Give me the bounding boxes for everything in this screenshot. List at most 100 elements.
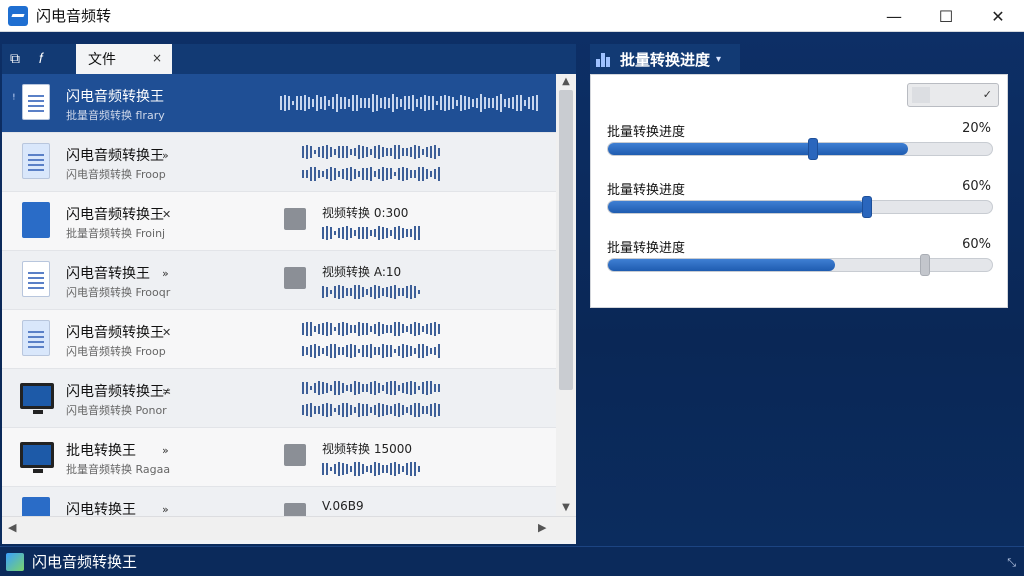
file-title: 闪电音频转换王 [66, 207, 164, 223]
list-item[interactable]: 闪电转换王 » V.06B9 [2, 487, 556, 516]
waveform-bar [334, 463, 336, 475]
waveform-bar [418, 386, 420, 390]
waveform-bar [386, 324, 388, 334]
expand-icon[interactable]: ≭ [162, 385, 171, 398]
progress-bar[interactable] [607, 138, 993, 160]
waveform-bar [308, 97, 310, 109]
slider-thumb[interactable] [862, 196, 872, 218]
waveform-bar [386, 405, 388, 415]
progress-panel-header[interactable]: 批量转换进度 ▾ [590, 44, 740, 74]
progress-fill [608, 259, 835, 271]
waveform-bar [394, 322, 396, 336]
waveform-bar [430, 170, 432, 178]
waveform-bar [358, 462, 360, 476]
waveform-bar [410, 285, 412, 299]
waveform-bar [392, 94, 394, 112]
list-item[interactable]: 闪电音频转换王 闪电音频转换 Ponor ≭ [2, 369, 556, 428]
scroll-down-icon[interactable]: ▼ [556, 500, 576, 516]
waveform-bar [368, 97, 370, 109]
waveform-bar [306, 169, 308, 179]
waveform-bar [366, 466, 368, 472]
progress-bar[interactable] [607, 196, 993, 218]
list-item[interactable]: 闪电音转换王 闪电音频转换 Frooqr » 视频转换 A:10 [2, 251, 556, 310]
waveform-bar [394, 461, 396, 477]
waveform-bar [350, 288, 352, 296]
tab-close-icon[interactable]: × [152, 51, 162, 65]
list-item[interactable]: 闪电音频转换王 闪电音频转换 Froop ✕ [2, 310, 556, 369]
waveform-bar [354, 325, 356, 333]
waveform-bar [300, 96, 302, 110]
progress-bar[interactable] [607, 254, 993, 276]
waveform-bar [476, 97, 478, 109]
waveform-bar [350, 227, 352, 239]
scrollbar-thumb[interactable] [559, 90, 573, 390]
waveform-bar [382, 167, 384, 181]
waveform-bar [382, 323, 384, 335]
waveform-bar [296, 95, 298, 111]
expand-icon[interactable]: ✕ [162, 326, 171, 339]
waveform-bar [408, 96, 410, 110]
waveform-bar [422, 406, 424, 414]
waveform-bar [386, 167, 388, 181]
expand-icon[interactable]: » [162, 503, 169, 516]
waveform-bar [406, 406, 408, 414]
tab-file[interactable]: 文件 × [76, 44, 172, 74]
waveform-bar [350, 166, 352, 182]
chevron-down-icon[interactable]: ▾ [716, 54, 721, 65]
waveform-bar [434, 402, 436, 418]
close-button[interactable]: ✕ [972, 0, 1024, 32]
document-icon [22, 261, 50, 297]
slider-thumb[interactable] [920, 254, 930, 276]
waveform-bar [364, 98, 366, 108]
slider-thumb[interactable] [808, 138, 818, 160]
waveform-bar [438, 343, 440, 359]
list-item[interactable]: 闪电音频转换王 批量音频转换 Froinj ✕ 视频转换 0:300 [2, 192, 556, 251]
waveform-bar [434, 144, 436, 160]
waveform-bar [512, 96, 514, 110]
waveform-bar [362, 146, 364, 158]
waveform-bar [354, 407, 356, 413]
list-item[interactable]: ꜝ 闪电音频转换王 批量音频转换 flrary [2, 74, 556, 133]
scroll-up-icon[interactable]: ▲ [556, 74, 576, 90]
list-item[interactable]: 批电转换王 批量音频转换 Ragaa » 视频转换 15000 [2, 428, 556, 487]
waveform-bar [292, 100, 294, 106]
expand-icon[interactable]: ✕ [162, 208, 171, 221]
vertical-scrollbar[interactable]: ▲ ▼ [556, 74, 576, 516]
maximize-button[interactable]: ☐ [920, 0, 972, 32]
waveform-bar [310, 344, 312, 358]
horizontal-scrollbar[interactable]: ◀ ▶ [2, 516, 576, 540]
expand-icon[interactable]: » [162, 444, 169, 457]
list-item[interactable]: 闪电音频转换王 闪电音频转换 Froop » [2, 133, 556, 192]
waveform-bar [456, 99, 458, 107]
waveform-bar [394, 145, 396, 159]
waveform-bar [320, 96, 322, 110]
convert-icon [284, 444, 306, 466]
layout-icon[interactable]: ⧉ [2, 44, 28, 74]
scroll-left-icon[interactable]: ◀ [8, 521, 16, 534]
waveform-bar [334, 344, 336, 358]
waveform-bar [492, 97, 494, 109]
waveform-bar [410, 146, 412, 158]
waveform-bar [398, 287, 400, 297]
expand-icon[interactable]: » [162, 267, 169, 280]
minimize-button[interactable]: — [868, 0, 920, 32]
expand-icon[interactable]: » [162, 149, 169, 162]
mode-dropdown[interactable]: ✓ [907, 83, 999, 107]
waveform-bar [370, 286, 372, 298]
dropdown-swatch [912, 87, 930, 103]
waveform-bar [430, 146, 432, 158]
resize-grip-icon[interactable]: ⤡ [1007, 556, 1016, 570]
waveform-bar [346, 464, 348, 474]
waveform-bar [406, 168, 408, 180]
waveform-bar [362, 167, 364, 181]
waveform-bar [480, 94, 482, 112]
scroll-right-icon[interactable]: ▶ [538, 521, 546, 534]
waveform-bar [414, 462, 416, 476]
waveform-bar [382, 146, 384, 158]
waveform-bar [306, 382, 308, 394]
function-icon[interactable]: 𝑓 [28, 44, 54, 74]
app-logo-icon [6, 552, 24, 571]
waveform-bar [354, 230, 356, 236]
waveform-bar [370, 344, 372, 358]
waveform-bar [532, 96, 534, 110]
